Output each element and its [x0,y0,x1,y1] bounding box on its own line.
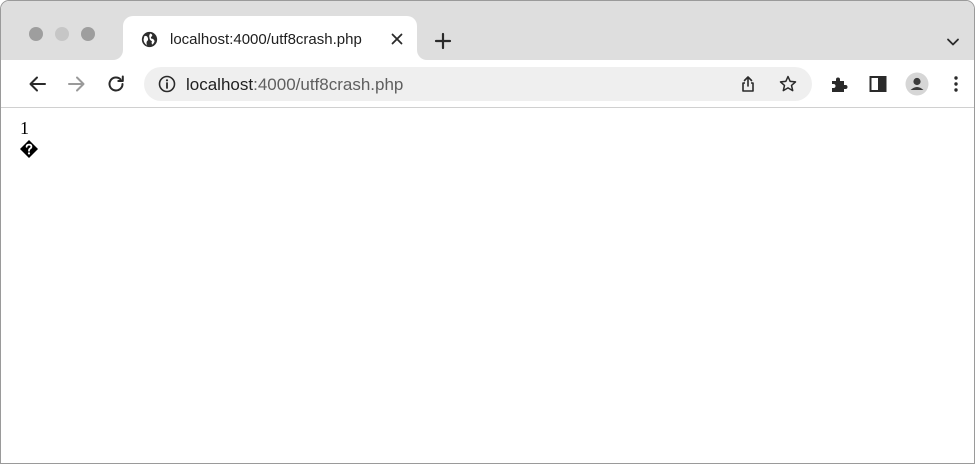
output-line-2 [20,139,39,164]
window-close-button[interactable] [29,27,43,41]
star-icon[interactable] [778,74,798,94]
browser-window: localhost:4000/utf8crash.php localhost:4… [0,0,975,464]
url-host: localhost [186,75,254,94]
address-bar[interactable]: localhost:4000/utf8crash.php [144,67,812,101]
tab-strip: localhost:4000/utf8crash.php [1,1,974,60]
puzzle-icon[interactable] [828,73,850,95]
chevron-down-icon[interactable] [945,34,961,50]
info-icon[interactable] [158,75,176,93]
page-body-text: 1 [20,117,39,164]
share-icon[interactable] [738,74,758,94]
replacement-character-icon [20,140,38,158]
window-minimize-button[interactable] [55,27,69,41]
window-maximize-button[interactable] [81,27,95,41]
active-tab[interactable]: localhost:4000/utf8crash.php [123,16,417,60]
back-arrow-icon[interactable] [27,73,49,95]
globe-icon [141,31,158,48]
side-panel-icon[interactable] [867,73,889,95]
reload-icon[interactable] [105,73,127,95]
kebab-menu-icon[interactable] [945,73,967,95]
page-content: 1 [1,108,974,463]
close-icon[interactable] [389,31,405,47]
forward-arrow-icon[interactable] [65,73,87,95]
browser-toolbar: localhost:4000/utf8crash.php [1,60,974,108]
tab-title: localhost:4000/utf8crash.php [170,31,362,48]
url-text[interactable]: localhost:4000/utf8crash.php [186,75,403,95]
new-tab-plus-icon[interactable] [433,31,453,51]
output-line-1: 1 [20,118,29,138]
profile-avatar-icon[interactable] [905,72,929,96]
url-path: :4000/utf8crash.php [253,75,404,94]
